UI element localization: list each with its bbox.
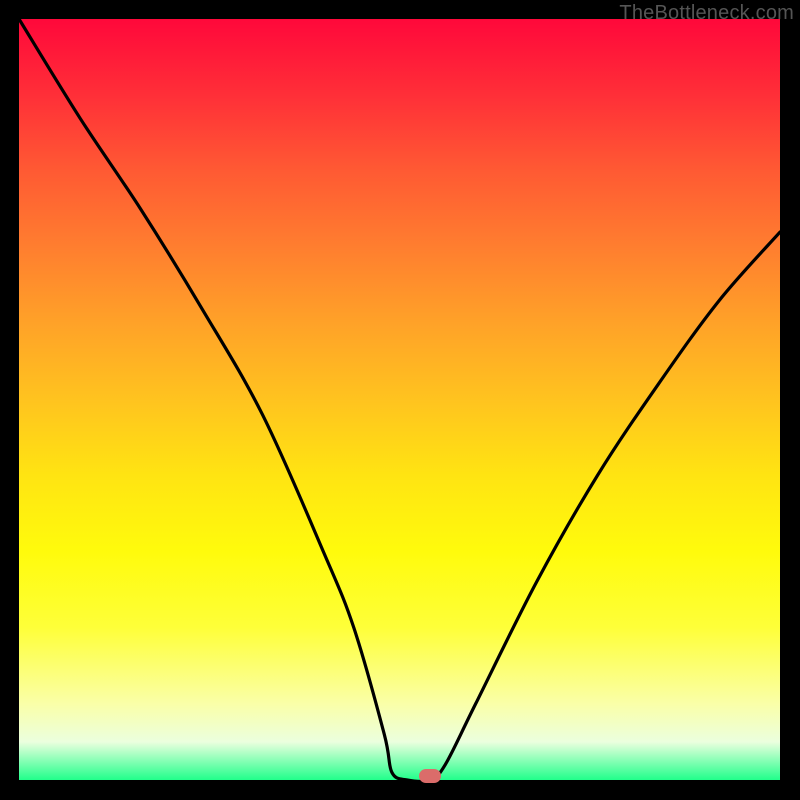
optimal-point-marker — [419, 769, 441, 783]
plot-area — [19, 19, 780, 780]
bottleneck-curve — [19, 19, 780, 780]
watermark-text: TheBottleneck.com — [619, 2, 794, 25]
chart-frame: TheBottleneck.com — [0, 0, 800, 800]
